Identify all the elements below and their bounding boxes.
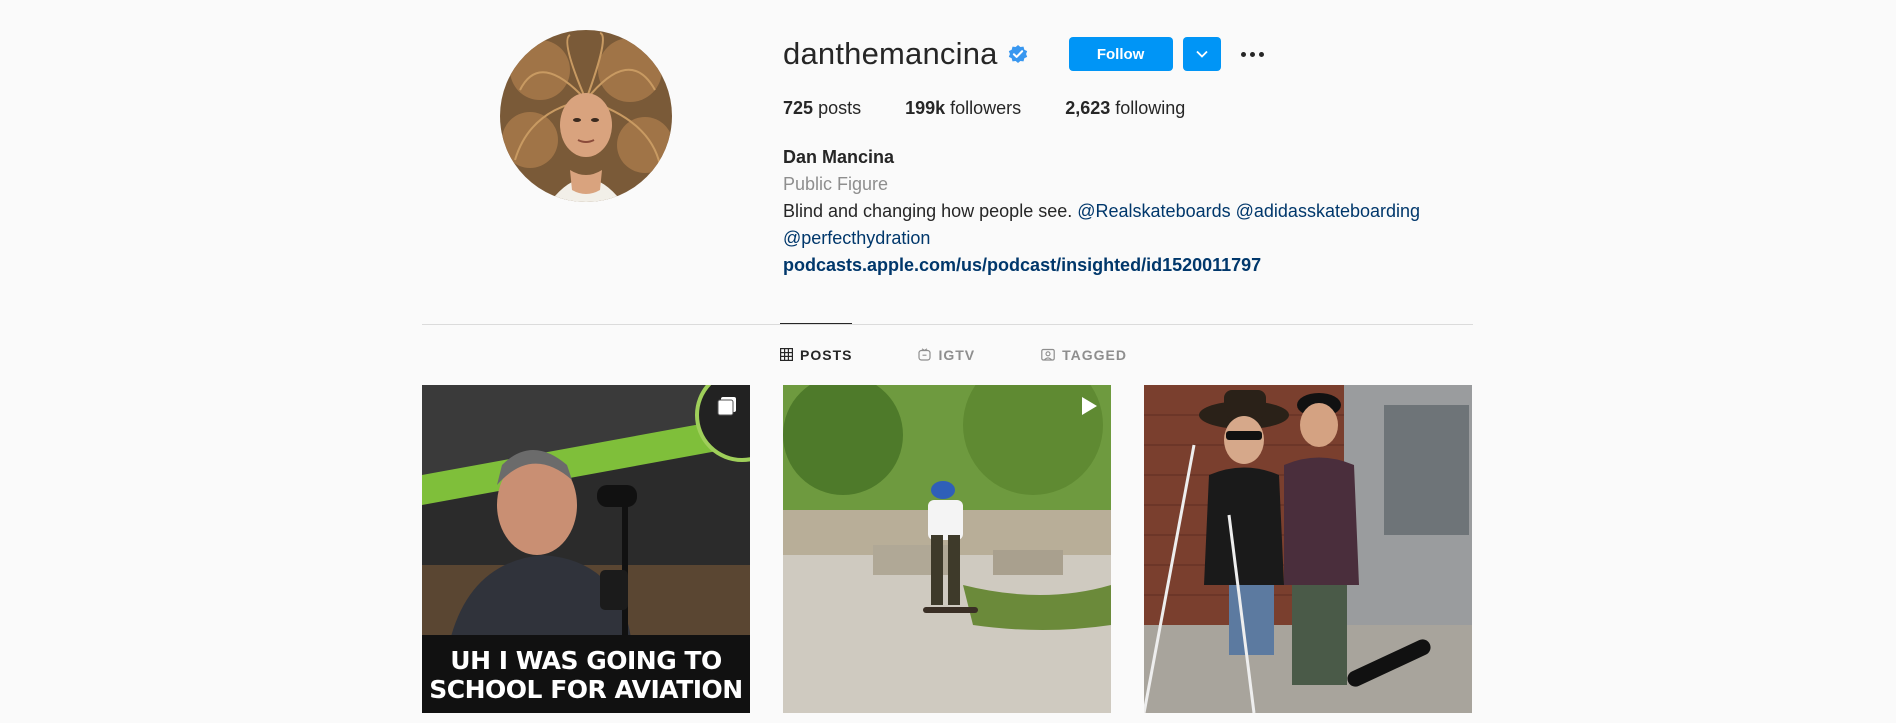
posts-stat: 725 posts: [783, 98, 861, 119]
more-dot-icon: [1241, 51, 1247, 57]
suggested-accounts-button[interactable]: [1182, 37, 1221, 71]
tab-igtv[interactable]: IGTV: [918, 323, 975, 385]
profile-header: danthemancina Follow: [783, 34, 1271, 74]
profile-avatar[interactable]: [500, 30, 672, 202]
post-thumbnail-friends: [1144, 385, 1472, 713]
mention-link-perfecthydration[interactable]: @perfecthydration: [783, 228, 930, 248]
chevron-down-icon: [1195, 50, 1208, 58]
following-link[interactable]: 2,623 following: [1065, 98, 1185, 119]
bio-text: Blind and changing how people see.: [783, 201, 1073, 221]
profile-tabs: POSTS IGTV TAGGED: [780, 323, 1193, 385]
profile-full-name: Dan Mancina: [783, 147, 895, 167]
tab-igtv-label: IGTV: [938, 346, 976, 363]
post-tile[interactable]: [1144, 385, 1472, 713]
caption-line: SCHOOL FOR AVIATION: [429, 675, 743, 704]
carousel-icon: [717, 397, 736, 416]
post-tile[interactable]: UH I WAS GOING TO SCHOOL FOR AVIATION: [422, 385, 750, 713]
followers-count: 199k: [905, 98, 946, 118]
igtv-icon: [918, 348, 932, 361]
tab-posts-label: POSTS: [800, 346, 853, 363]
mention-link-adidasskateboarding[interactable]: @adidasskateboarding: [1236, 201, 1420, 221]
more-dot-icon: [1259, 51, 1265, 57]
tagged-icon: [1041, 348, 1055, 361]
follow-button[interactable]: Follow: [1068, 37, 1173, 71]
play-icon: [1082, 397, 1097, 415]
profile-username: danthemancina: [783, 36, 998, 71]
verified-badge-icon: [1007, 43, 1029, 65]
mention-link-realskateboards[interactable]: @Realskateboards: [1077, 201, 1230, 221]
profile-page: danthemancina Follow 725 posts 199k foll…: [0, 0, 1896, 723]
post-thumbnail-skateboard: [783, 385, 1111, 713]
grid-icon: [780, 348, 793, 361]
followers-link[interactable]: 199k followers: [905, 98, 1021, 119]
caption-line: UH I WAS GOING TO: [450, 646, 722, 675]
bio-text-block: Blind and changing how people see. @Real…: [783, 198, 1503, 252]
tab-posts[interactable]: POSTS: [780, 323, 853, 385]
more-dot-icon: [1250, 51, 1256, 57]
following-label: following: [1115, 98, 1186, 118]
more-options-button[interactable]: [1235, 37, 1271, 71]
tab-tagged-label: TAGGED: [1062, 346, 1127, 363]
profile-category: Public Figure: [783, 174, 889, 194]
following-count: 2,623: [1065, 98, 1111, 118]
post-caption-overlay: UH I WAS GOING TO SCHOOL FOR AVIATION: [422, 635, 750, 713]
posts-grid: UH I WAS GOING TO SCHOOL FOR AVIATION: [422, 385, 1472, 713]
profile-stats: 725 posts 199k followers 2,623 following: [783, 98, 1229, 119]
external-link[interactable]: podcasts.apple.com/us/podcast/insighted/…: [783, 255, 1261, 275]
post-tile[interactable]: [783, 385, 1111, 713]
followers-label: followers: [950, 98, 1022, 118]
posts-count: 725: [783, 98, 814, 118]
posts-label: posts: [818, 98, 862, 118]
avatar-image: [500, 30, 672, 202]
profile-bio: Dan Mancina Public Figure Blind and chan…: [783, 144, 1503, 279]
tab-tagged[interactable]: TAGGED: [1041, 323, 1127, 385]
